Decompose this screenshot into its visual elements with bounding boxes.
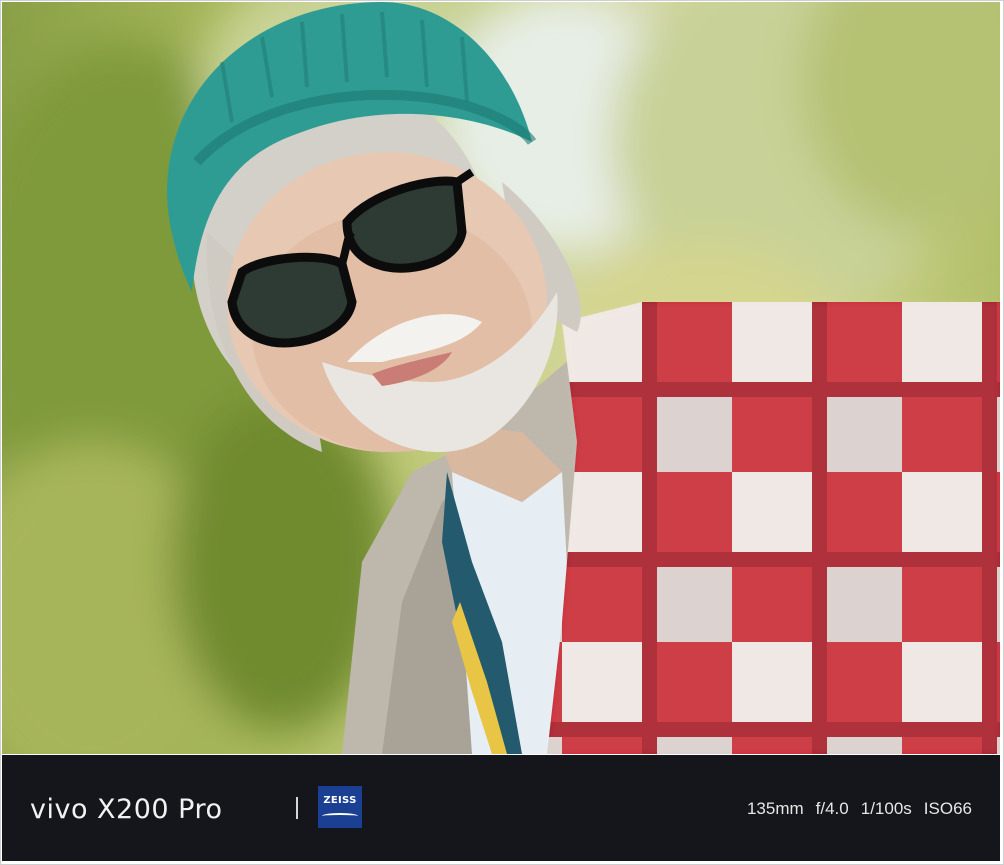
watermark-bar: vivo X200 Pro ZEISS 135mm f/4.0 1/100s I… [2, 755, 1000, 861]
portrait-illustration [2, 2, 1000, 754]
brand-model-label: vivo X200 Pro [30, 794, 223, 825]
portrait-photo [2, 2, 1000, 754]
focal-length: 135mm [746, 799, 804, 818]
iso-value: ISO66 [923, 799, 972, 818]
zeiss-logo-text: ZEISS [323, 795, 357, 806]
brand-separator [296, 797, 298, 819]
photo-frame: vivo X200 Pro ZEISS 135mm f/4.0 1/100s I… [0, 0, 1004, 865]
exif-info: 135mm f/4.0 1/100s ISO66 [747, 797, 972, 821]
zeiss-logo-swoosh [322, 813, 358, 819]
aperture: f/4.0 [815, 799, 849, 818]
zeiss-logo: ZEISS [318, 786, 362, 828]
shutter-speed: 1/100s [860, 799, 912, 818]
